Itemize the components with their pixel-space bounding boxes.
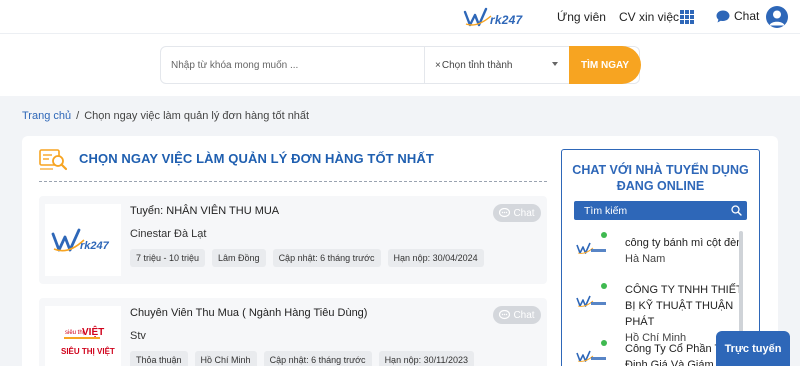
recruiter-logo-icon xyxy=(576,350,606,362)
nav-cv[interactable]: CV xin việc xyxy=(619,10,679,24)
online-recruiters-title: CHAT VỚI NHÀ TUYỂN DỤNG ĐANG ONLINE xyxy=(562,162,759,194)
chat-icon xyxy=(499,310,511,320)
chat-icon xyxy=(499,208,511,218)
section-divider xyxy=(39,181,547,182)
nav-chat-label: Chat xyxy=(734,9,760,23)
location-tag: Hồ Chí Minh xyxy=(194,351,257,366)
job-chat-label: Chat xyxy=(513,309,535,321)
rk247-logo-icon: rk247 xyxy=(51,228,110,252)
keyword-search-input[interactable] xyxy=(161,47,425,83)
top-navbar: rk247 Ứng viên CV xin việc Chat xyxy=(0,0,800,34)
job-chat-button[interactable]: Chat xyxy=(493,306,541,324)
search-section: × Chọn tỉnh thành TÌM NGAY xyxy=(0,34,800,96)
section-title: CHỌN NGAY VIỆC LÀM QUẢN LÝ ĐƠN HÀNG TỐT … xyxy=(79,151,434,166)
breadcrumb: Trang chủ / Chọn ngay việc làm quản lý đ… xyxy=(22,110,309,122)
job-search-icon xyxy=(39,149,67,171)
title-line-2: ĐANG ONLINE xyxy=(616,179,705,193)
company-logo[interactable]: siêu thị VIỆT SIÊU THỊ VIỆT xyxy=(45,306,121,366)
chevron-down-icon xyxy=(552,62,558,66)
nav-candidate[interactable]: Ứng viên xyxy=(557,10,606,24)
search-icon[interactable] xyxy=(731,205,742,216)
job-tags: 7 triệu - 10 triệu Lâm Đồng Cập nhật: 6 … xyxy=(130,249,491,267)
province-select-label: Chọn tỉnh thành xyxy=(441,59,513,71)
recruiter-name: CÔNG TY TNHH THIẾT BỊ KỸ THUẬT THUẬN PHÁ… xyxy=(625,284,743,328)
nav-chat[interactable]: Chat xyxy=(716,9,759,23)
recruiter-item[interactable]: CÔNG TY TNHH THIẾT BỊ KỸ THUẬT THUẬN PHÁ… xyxy=(572,278,743,344)
search-form: × Chọn tỉnh thành TÌM NGAY xyxy=(160,46,641,84)
company-logo-text: rk247 xyxy=(80,240,110,252)
online-support-button[interactable]: Trực tuyến xyxy=(716,331,790,366)
title-line-1: CHAT VỚI NHÀ TUYỂN DỤNG xyxy=(572,163,749,177)
logo-text: rk247 xyxy=(490,13,523,27)
company-name[interactable]: Stv xyxy=(130,330,146,342)
province-select[interactable]: × Chọn tỉnh thành xyxy=(426,47,568,83)
recruiter-info: công ty bánh mì cột đèn Hà Nam xyxy=(625,235,745,267)
job-title[interactable]: Tuyển: NHÂN VIÊN THU MUA xyxy=(130,205,279,217)
online-status-dot xyxy=(601,232,607,238)
deadline-tag: Hạn nộp: 30/11/2023 xyxy=(378,351,474,366)
recruiter-logo-icon xyxy=(576,242,606,254)
updated-tag: Cập nhật: 6 tháng trước xyxy=(272,249,381,267)
online-status-dot xyxy=(601,283,607,289)
location-tag: Lâm Đồng xyxy=(212,249,266,267)
salary-tag: Thỏa thuận xyxy=(130,351,188,366)
breadcrumb-separator: / xyxy=(76,110,80,122)
job-tags: Thỏa thuận Hồ Chí Minh Cập nhật: 6 tháng… xyxy=(130,351,481,366)
recruiter-logo-icon xyxy=(576,295,606,307)
user-avatar-icon[interactable] xyxy=(766,6,788,28)
salary-tag: 7 triệu - 10 triệu xyxy=(130,249,206,267)
company-logo[interactable]: rk247 xyxy=(45,204,121,276)
job-title[interactable]: Chuyên Viên Thu Mua ( Ngành Hàng Tiêu Dù… xyxy=(130,307,367,319)
sieu-thi-viet-logo-icon: siêu thị VIỆT SIÊU THỊ VIỆT xyxy=(61,325,115,356)
clear-province-icon[interactable]: × xyxy=(435,60,441,71)
logo-main-text: VIỆT xyxy=(82,325,104,338)
recruiter-search-input[interactable] xyxy=(574,201,724,220)
breadcrumb-current: Chọn ngay việc làm quản lý đơn hàng tốt … xyxy=(84,110,310,122)
recruiter-name: công ty bánh mì cột đèn xyxy=(625,237,743,249)
job-card[interactable]: siêu thị VIỆT SIÊU THỊ VIỆT Chuyên Viên … xyxy=(39,298,547,366)
recruiter-location: Hà Nam xyxy=(625,253,666,265)
breadcrumb-home-link[interactable]: Trang chủ xyxy=(22,110,71,122)
recruiter-search xyxy=(574,201,747,220)
deadline-tag: Hạn nộp: 30/04/2024 xyxy=(387,249,484,267)
job-card[interactable]: rk247 Tuyển: NHÂN VIÊN THU MUA Cinestar … xyxy=(39,196,547,284)
online-status-dot xyxy=(601,340,607,346)
logo-bottom-text: SIÊU THỊ VIỆT xyxy=(61,347,115,356)
apps-grid-icon[interactable] xyxy=(680,10,694,24)
updated-tag: Cập nhật: 6 tháng trước xyxy=(263,351,372,366)
job-chat-label: Chat xyxy=(513,207,535,219)
site-logo[interactable]: rk247 xyxy=(463,5,522,29)
company-name[interactable]: Cinestar Đà Lạt xyxy=(130,228,206,240)
logo-w-mark xyxy=(463,7,492,27)
job-chat-button[interactable]: Chat xyxy=(493,204,541,222)
chat-bubble-icon xyxy=(716,10,730,22)
search-button[interactable]: TÌM NGAY xyxy=(569,46,641,84)
recruiter-item[interactable]: công ty bánh mì cột đèn Hà Nam xyxy=(572,231,742,271)
